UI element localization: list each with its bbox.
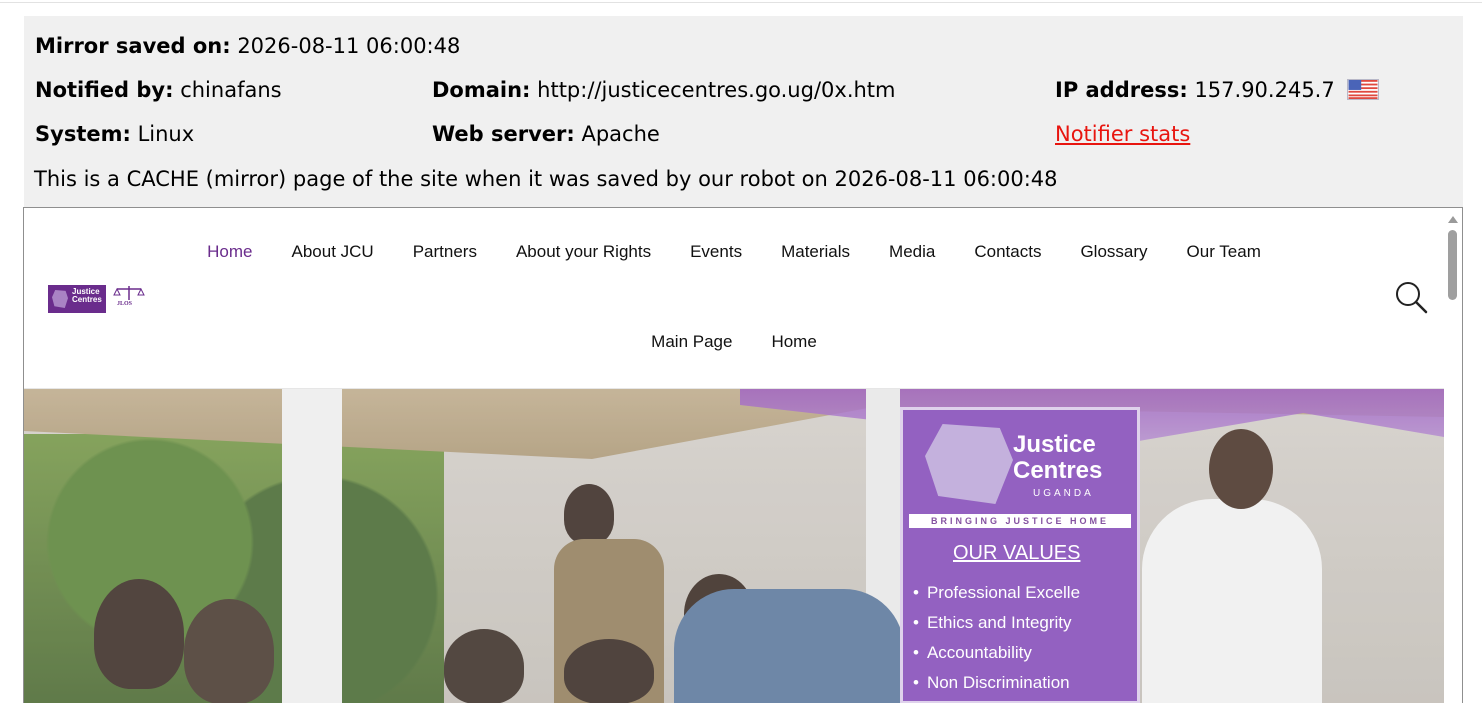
- hero-image: Justice Centres UGANDA BRINGING JUSTICE …: [24, 389, 1444, 703]
- web-server-line: Web server: Apache: [432, 121, 660, 147]
- uganda-map-icon: [52, 290, 68, 308]
- system-label: System:: [35, 122, 131, 146]
- jlos-logo: JLOS: [112, 285, 146, 313]
- mirror-saved-label: Mirror saved on:: [35, 34, 231, 58]
- logo-text: Justice Centres: [72, 287, 102, 304]
- primary-nav: Home About JCU Partners About your Right…: [24, 240, 1444, 264]
- notifier-stats-line: Notifier stats: [1055, 121, 1190, 147]
- nav-materials[interactable]: Materials: [762, 240, 870, 264]
- system-value: Linux: [137, 122, 195, 146]
- cache-notice: This is a CACHE (mirror) page of the sit…: [34, 167, 1058, 191]
- scroll-thumb[interactable]: [1448, 230, 1457, 300]
- domain-label: Domain:: [432, 78, 531, 102]
- site-header: Justice Centres JLOS Home About JCU Part…: [24, 208, 1444, 389]
- nav-events[interactable]: Events: [671, 240, 762, 264]
- frame-scrollbar[interactable]: [1444, 208, 1462, 703]
- jlos-text: JLOS: [117, 301, 133, 307]
- nav-contacts[interactable]: Contacts: [955, 240, 1061, 264]
- system-line: System: Linux: [35, 121, 194, 147]
- nav-about-jcu[interactable]: About JCU: [272, 240, 393, 264]
- web-server-label: Web server:: [432, 122, 575, 146]
- nav-home[interactable]: Home: [188, 240, 272, 264]
- nav-partners[interactable]: Partners: [393, 240, 496, 264]
- us-flag-icon: [1347, 79, 1380, 100]
- nav-our-team[interactable]: Our Team: [1167, 240, 1280, 264]
- nav-home-secondary[interactable]: Home: [752, 330, 836, 354]
- secondary-nav: Main Page Home: [24, 330, 1444, 354]
- nav-media[interactable]: Media: [870, 240, 955, 264]
- site-logo[interactable]: Justice Centres JLOS: [48, 284, 146, 314]
- scales-icon: [113, 286, 145, 300]
- justice-centres-logo: Justice Centres: [48, 285, 106, 313]
- mirror-saved-value: 2026-08-11 06:00:48: [237, 34, 461, 58]
- domain-line: Domain: http://justicecentres.go.ug/0x.h…: [432, 77, 896, 103]
- window-top-border: [0, 0, 1482, 3]
- nav-about-your-rights[interactable]: About your Rights: [496, 240, 670, 264]
- nav-main-page[interactable]: Main Page: [632, 330, 752, 354]
- notified-by-line: Notified by: chinafans: [35, 77, 282, 103]
- mirror-info-panel: Mirror saved on: 2026-08-11 06:00:48 Not…: [24, 16, 1463, 208]
- ip-address-label: IP address:: [1055, 78, 1188, 102]
- scroll-up-arrow-icon[interactable]: [1448, 216, 1458, 223]
- web-server-value: Apache: [581, 122, 660, 146]
- notified-by-value: chinafans: [180, 78, 282, 102]
- mirrored-site-frame[interactable]: Justice Centres JLOS Home About JCU Part…: [23, 207, 1463, 703]
- domain-value: http://justicecentres.go.ug/0x.htm: [537, 78, 896, 102]
- notified-by-label: Notified by:: [35, 78, 174, 102]
- mirror-saved-line: Mirror saved on: 2026-08-11 06:00:48: [35, 33, 460, 59]
- nav-glossary[interactable]: Glossary: [1061, 240, 1167, 264]
- search-icon[interactable]: [1394, 280, 1428, 314]
- ip-address-value: 157.90.245.7: [1194, 78, 1335, 102]
- ip-address-line: IP address: 157.90.245.7: [1055, 77, 1380, 103]
- notifier-stats-link[interactable]: Notifier stats: [1055, 122, 1190, 146]
- hero-overlay: [24, 389, 1444, 703]
